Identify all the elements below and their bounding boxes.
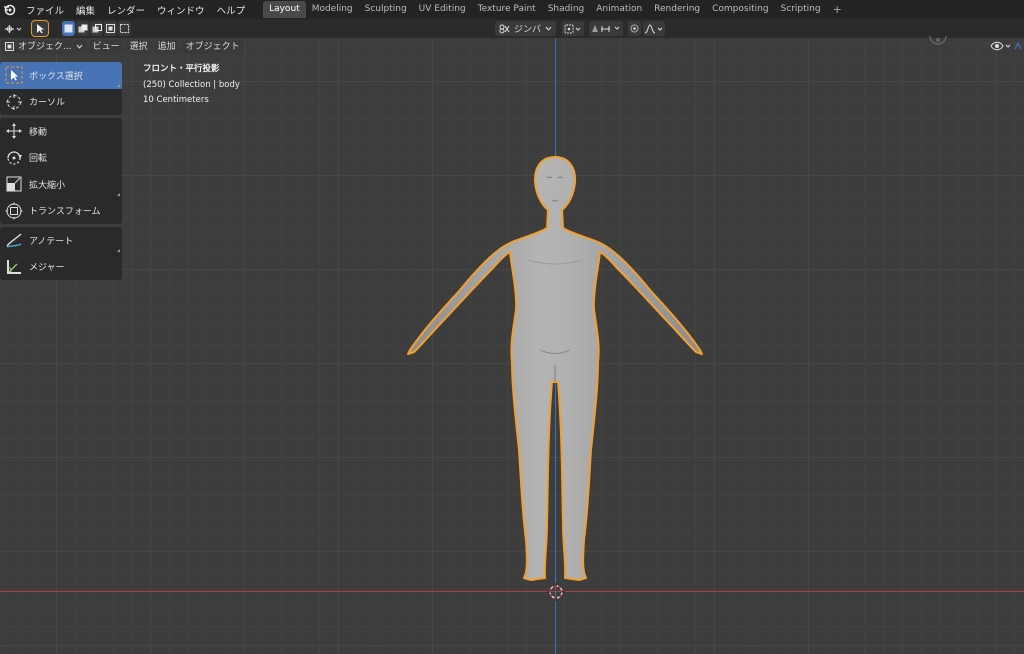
tab-layout[interactable]: Layout — [263, 1, 306, 18]
tab-animation[interactable]: Animation — [590, 1, 648, 18]
3d-cursor-icon[interactable] — [546, 582, 566, 602]
mode-dropdown[interactable]: オブジェク... — [1, 39, 87, 54]
menu-render[interactable]: レンダー — [101, 3, 151, 17]
tool-label: 移動 — [29, 127, 48, 138]
pivot-point-dropdown[interactable] — [562, 21, 585, 36]
toolbar-group-transform: 移動 回転 拡大縮小 トランスフォーム — [0, 118, 122, 224]
tab-rendering[interactable]: Rendering — [648, 1, 706, 18]
select-invert-icon[interactable] — [104, 21, 117, 36]
selection-mode-group — [62, 21, 133, 36]
move-icon — [3, 120, 25, 142]
tool-label: 拡大縮小 — [29, 180, 66, 191]
navigation-gizmo-icon[interactable] — [928, 34, 948, 46]
snap-dropdown[interactable] — [589, 21, 624, 36]
viewport-header: オブジェク... ビュー 選択 追加 オブジェクト — [0, 38, 1024, 55]
left-toolbar: ボックス選択 カーソル 移動 回転 拡大縮小 トランスフォーム アノテート メジ… — [0, 62, 122, 283]
select-new-icon[interactable] — [62, 21, 75, 36]
select-intersect-icon[interactable] — [118, 21, 131, 36]
proportional-editing-icon[interactable] — [628, 21, 642, 36]
tool-rotate[interactable]: 回転 — [0, 145, 122, 172]
top-menu-bar: ファイル 編集 レンダー ウィンドウ ヘルプ Layout Modeling S… — [0, 0, 1024, 19]
box-select-icon — [3, 64, 25, 86]
cursor-icon — [3, 91, 25, 113]
measure-icon — [3, 256, 25, 278]
menu-add[interactable]: 追加 — [153, 39, 180, 54]
add-workspace-button[interactable]: + — [827, 1, 848, 18]
rotate-icon — [3, 147, 25, 169]
toolbar-group-select: ボックス選択 カーソル — [0, 62, 122, 115]
menu-help[interactable]: ヘルプ — [211, 3, 252, 17]
view-name: フロント・平行投影 — [143, 64, 220, 74]
tool-label: トランスフォーム — [29, 207, 101, 218]
x-axis-line — [0, 591, 1024, 592]
viewport-info-overlay: フロント・平行投影 (250) Collection | body 10 Cen… — [143, 62, 240, 109]
gizmo-toggle-icon[interactable] — [1013, 40, 1024, 52]
tool-transform[interactable]: トランスフォーム — [0, 198, 122, 225]
tool-cursor[interactable]: カーソル — [0, 89, 122, 116]
blender-logo-icon[interactable] — [2, 3, 16, 17]
tool-options-corner-icon — [117, 192, 120, 196]
tool-label: メジャー — [29, 263, 65, 274]
annotate-icon — [3, 229, 25, 251]
tool-label: カーソル — [29, 98, 66, 109]
tool-options-corner-icon — [117, 248, 120, 252]
tool-annotate[interactable]: アノテート — [0, 227, 122, 254]
tool-box-select[interactable]: ボックス選択 — [0, 62, 122, 89]
scale-icon — [3, 173, 25, 195]
select-extend-icon[interactable] — [76, 21, 89, 36]
body-mesh[interactable] — [400, 150, 720, 590]
tab-scripting[interactable]: Scripting — [775, 1, 827, 18]
grid-scale: 10 Centimeters — [143, 95, 209, 105]
tool-label: ボックス選択 — [29, 71, 83, 82]
select-subtract-icon[interactable] — [90, 21, 103, 36]
tab-shading[interactable]: Shading — [542, 1, 591, 18]
toolbar-group-annotate: アノテート メジャー — [0, 227, 122, 280]
tool-header: ジンバ — [0, 19, 1024, 38]
tab-sculpting[interactable]: Sculpting — [359, 1, 413, 18]
transform-pivot-dropdown[interactable] — [2, 23, 24, 35]
menu-file[interactable]: ファイル — [20, 3, 70, 17]
collection-info: (250) Collection | body — [143, 79, 240, 90]
tab-compositing[interactable]: Compositing — [706, 1, 774, 18]
menu-window[interactable]: ウィンドウ — [151, 3, 211, 17]
orientation-label: ジンバ — [514, 25, 542, 35]
menu-object[interactable]: オブジェクト — [181, 39, 244, 54]
tool-scale[interactable]: 拡大縮小 — [0, 171, 122, 198]
workspace-tabs: Layout Modeling Sculpting UV Editing Tex… — [263, 0, 848, 19]
tab-uv-editing[interactable]: UV Editing — [413, 1, 472, 18]
tab-texture-paint[interactable]: Texture Paint — [472, 1, 542, 18]
tool-label: アノテート — [29, 236, 74, 247]
transform-orientation-group: ジンバ — [495, 21, 667, 36]
tool-options-corner-icon — [117, 83, 120, 87]
tab-modeling[interactable]: Modeling — [306, 1, 359, 18]
tool-label: 回転 — [29, 154, 48, 165]
select-tool-button[interactable] — [31, 20, 49, 37]
menu-edit[interactable]: 編集 — [70, 3, 101, 17]
visibility-dropdown[interactable] — [990, 40, 1012, 52]
transform-icon — [3, 200, 25, 222]
menu-select[interactable]: 選択 — [125, 39, 152, 54]
proportional-falloff-dropdown[interactable] — [643, 21, 666, 36]
menu-view[interactable]: ビュー — [88, 39, 124, 54]
tool-measure[interactable]: メジャー — [0, 254, 122, 281]
orientation-dropdown[interactable]: ジンバ — [495, 21, 557, 36]
tool-move[interactable]: 移動 — [0, 118, 122, 145]
mode-label: オブジェク... — [18, 41, 72, 52]
